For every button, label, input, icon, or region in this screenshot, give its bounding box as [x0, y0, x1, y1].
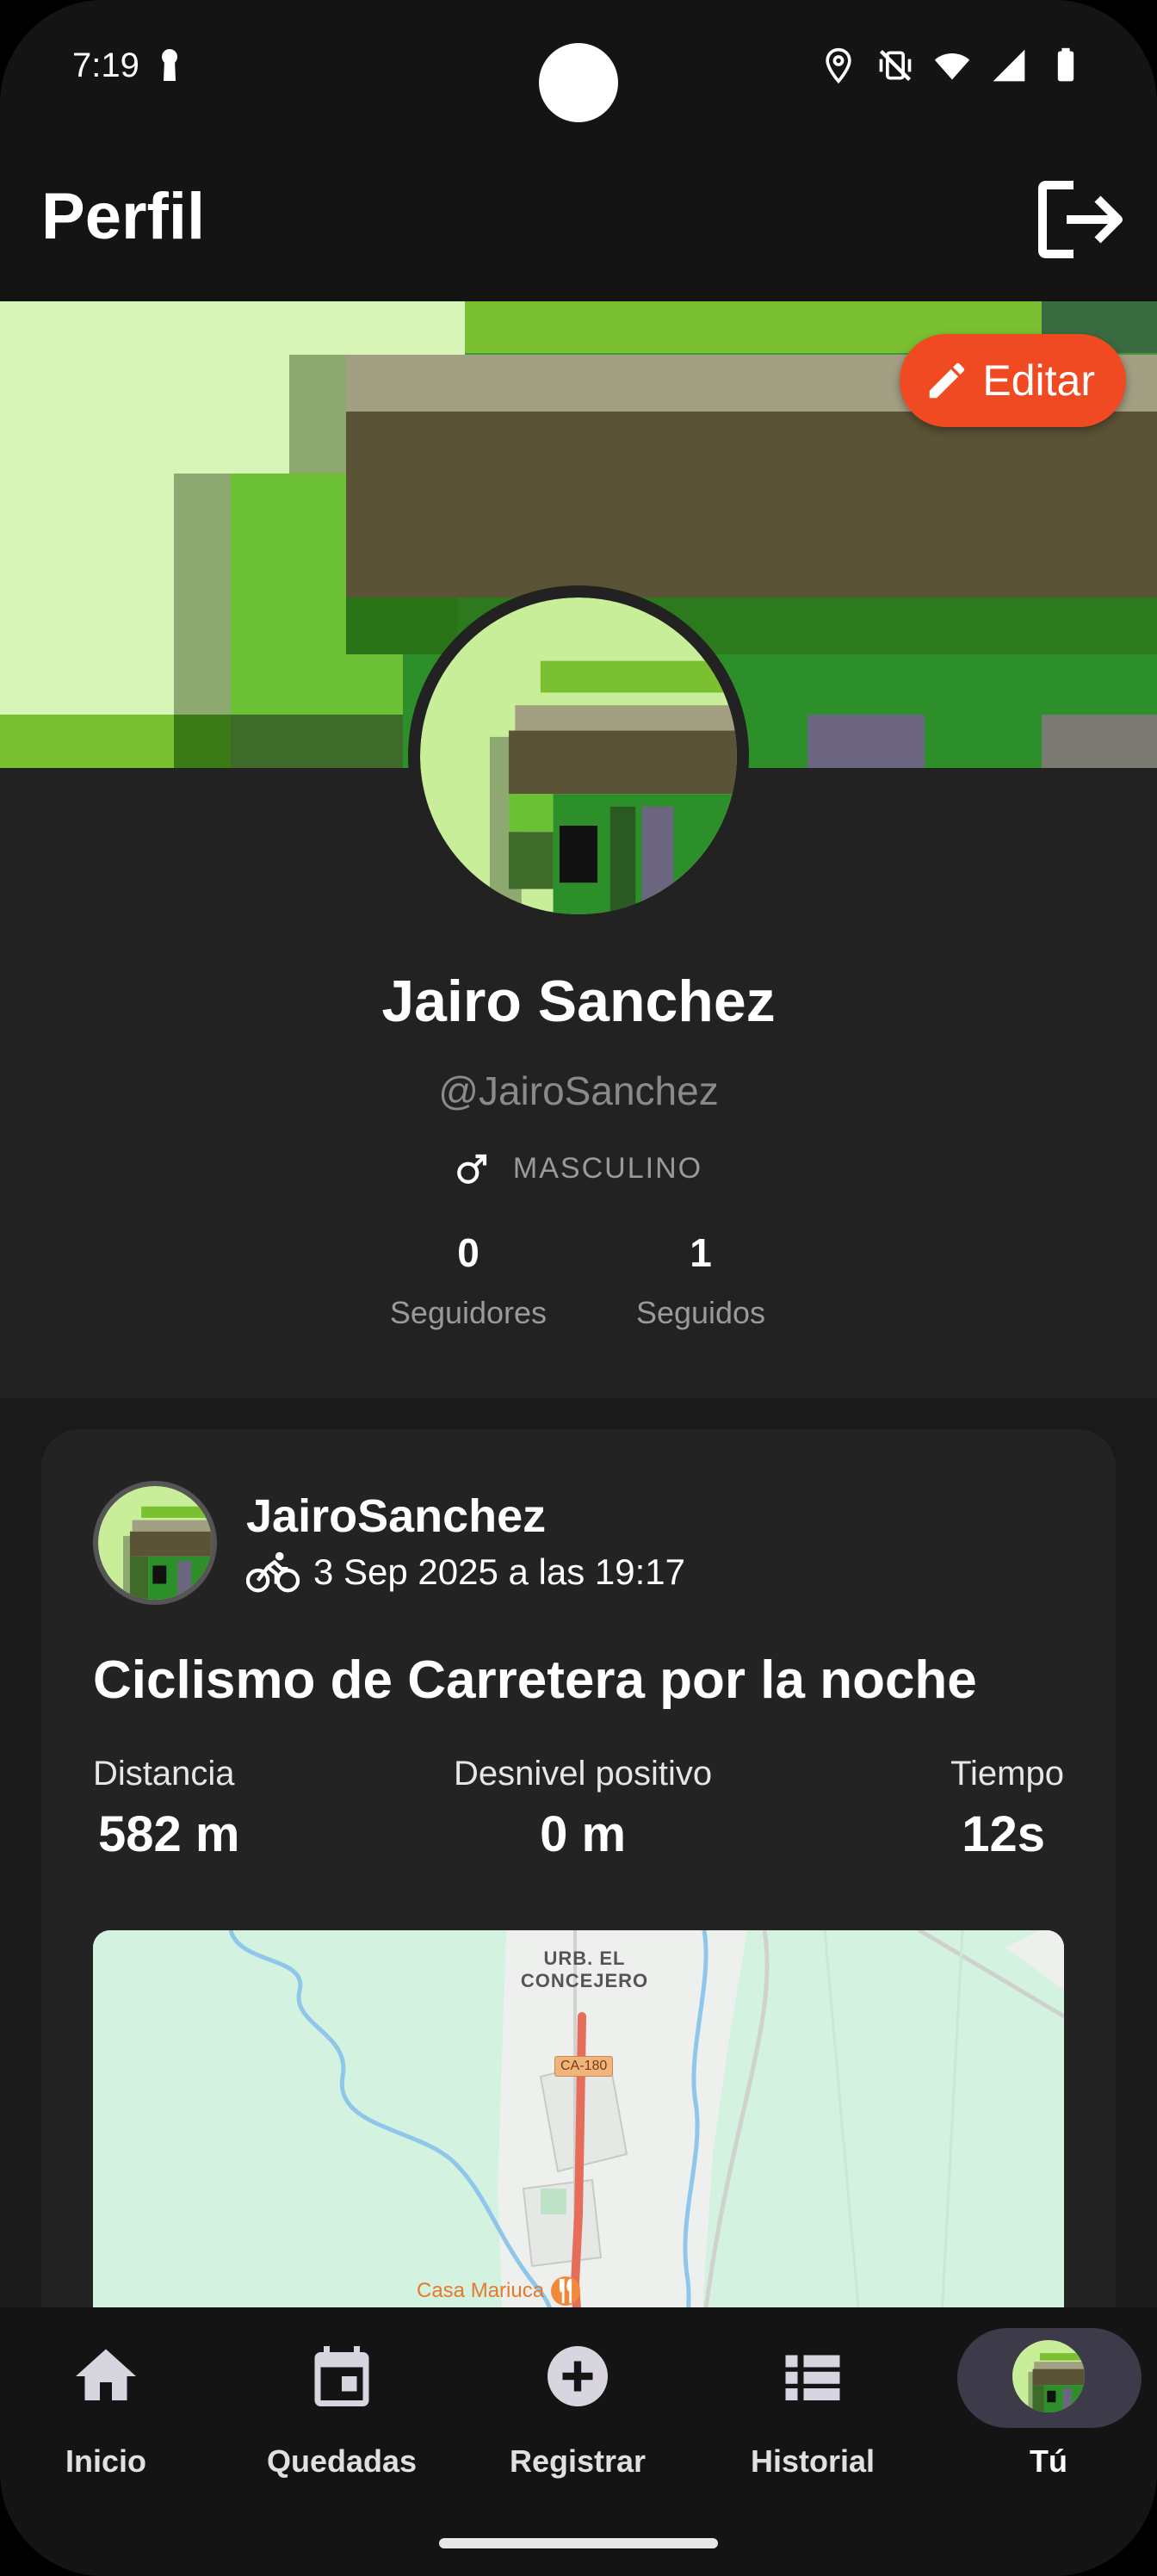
add-circle-icon: [548, 2346, 608, 2406]
nav-item-registrar[interactable]: Registrar: [483, 2340, 672, 2480]
nav-label: Inicio: [65, 2443, 146, 2479]
following-count: 1: [690, 1230, 712, 1275]
nav-item-historial[interactable]: Historial: [718, 2340, 907, 2480]
profile-name: Jairo Sanchez: [381, 969, 776, 1034]
map-poi: Casa Mariuca: [417, 2276, 581, 2306]
key-icon: [162, 49, 177, 81]
battery-icon: [1057, 47, 1074, 82]
metric-distance: Distancia 582 m: [93, 1755, 239, 1863]
male-icon: [457, 1154, 487, 1184]
following-label: Seguidos: [635, 1295, 766, 1330]
nav-label: Quedadas: [266, 2443, 418, 2479]
gender-row: MASCULINO: [0, 1150, 1157, 1186]
edit-profile-button[interactable]: Editar: [900, 334, 1126, 427]
metric-value: 0 m: [540, 1806, 627, 1862]
followers-stat[interactable]: 0 Seguidores: [356, 1229, 580, 1331]
signal-icon: [993, 49, 1025, 82]
profile-handle: @JairoSanchez: [438, 1068, 719, 1113]
bottom-nav: Inicio Quedadas Registrar Historial Tú: [0, 2307, 1157, 2576]
avatar: [408, 585, 749, 926]
page-title: Perfil: [41, 180, 206, 253]
avatar-icon: [1012, 2340, 1085, 2412]
nav-label: Historial: [750, 2443, 875, 2479]
status-icons: [820, 46, 1085, 84]
bicycle-icon: [246, 1551, 300, 1593]
wifi-icon: [934, 53, 970, 80]
activity-username[interactable]: JairoSanchez: [246, 1489, 546, 1543]
nav-item-inicio[interactable]: Inicio: [11, 2340, 201, 2480]
metric-elevation: Desnivel positivo 0 m: [454, 1755, 712, 1863]
nav-item-tu[interactable]: Tú: [954, 2340, 1143, 2480]
activity-avatar[interactable]: [93, 1481, 217, 1605]
metric-value: 12s: [962, 1806, 1045, 1862]
app-bar: Perfil: [0, 138, 1157, 301]
metric-label: Tiempo: [950, 1755, 1064, 1793]
map-place-label: URB. EL CONCEJERO: [520, 1947, 649, 1991]
activity-title: Ciclismo de Carretera por la noche: [93, 1650, 977, 1710]
metric-value: 582 m: [98, 1806, 240, 1862]
followers-label: Seguidores: [389, 1295, 548, 1330]
location-icon: [826, 47, 851, 84]
nav-label: Registrar: [509, 2443, 647, 2479]
metric-time: Tiempo 12s: [950, 1755, 1064, 1863]
followers-count: 0: [457, 1230, 480, 1275]
vibrate-off-icon: [879, 49, 912, 82]
activity-card[interactable]: JairoSanchez 3 Sep 2025 a las 19:17 Cicl…: [41, 1429, 1116, 2376]
camera-cutout: [539, 43, 618, 122]
pencil-icon: [930, 362, 965, 399]
phone-screen: 7:19 Perfil Editar Jairo Sanchez @JairoS…: [0, 0, 1157, 2576]
home-indicator[interactable]: [439, 2538, 718, 2548]
edit-label: Editar: [982, 356, 1095, 405]
map-poi-label: Casa Mariuca: [417, 2279, 545, 2302]
list-icon: [785, 2355, 840, 2400]
following-stat[interactable]: 1 Seguidos: [589, 1229, 813, 1331]
home-icon: [76, 2349, 136, 2400]
calendar-icon: [314, 2346, 369, 2406]
gender-label: MASCULINO: [512, 1151, 703, 1185]
metric-label: Distancia: [93, 1755, 235, 1793]
activity-datetime: 3 Sep 2025 a las 19:17: [313, 1551, 686, 1592]
nav-item-quedadas[interactable]: Quedadas: [247, 2340, 436, 2480]
activity-meta: 3 Sep 2025 a las 19:17: [246, 1550, 685, 1595]
metric-label: Desnivel positivo: [454, 1755, 713, 1793]
nav-label: Tú: [1030, 2443, 1067, 2479]
status-time: 7:19: [72, 46, 139, 84]
logout-icon: [1038, 181, 1123, 258]
restaurant-icon: [551, 2276, 581, 2306]
logout-button[interactable]: [1033, 172, 1128, 267]
status-bar: 7:19: [0, 0, 1157, 138]
